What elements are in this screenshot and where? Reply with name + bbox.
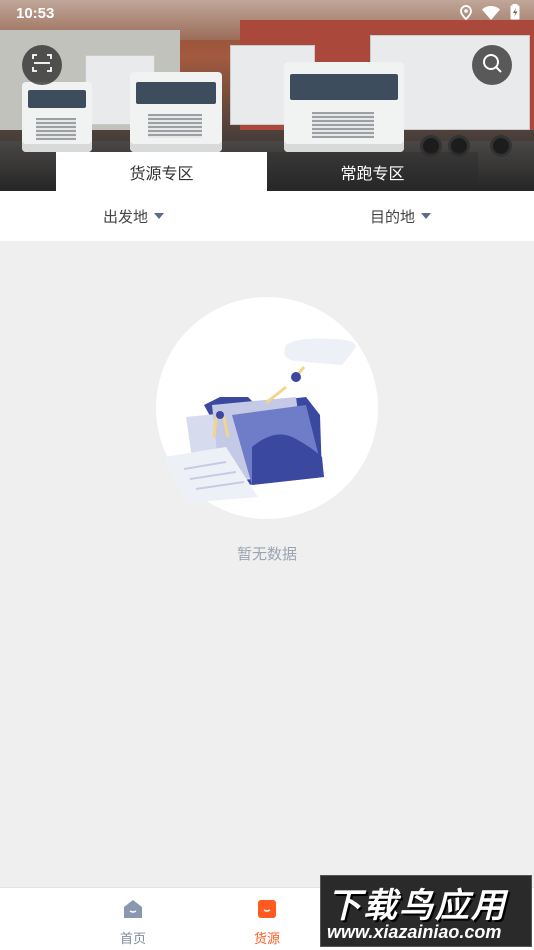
scan-icon: [31, 52, 53, 78]
nav-label-home: 首页: [119, 932, 146, 947]
status-icons: [460, 4, 520, 24]
empty-folder-icon: [164, 338, 356, 503]
filter-bar: 出发地 目的地: [0, 191, 534, 241]
location-icon: [460, 4, 472, 24]
origin-filter[interactable]: 出发地: [103, 191, 165, 241]
search-icon: [481, 52, 503, 78]
cargo-icon: [256, 898, 278, 924]
watermark-title: 下载鸟应用: [327, 886, 507, 926]
home-icon: [122, 898, 144, 924]
watermark-site: www.xiazainiao.com: [327, 922, 502, 942]
origin-filter-label: 出发地: [103, 207, 149, 226]
wifi-icon: [482, 5, 500, 24]
nav-label-cargo: 货源: [253, 932, 280, 947]
caret-down-icon: [421, 213, 432, 219]
battery-icon: [510, 4, 520, 24]
tab-cargo-zone[interactable]: 货源专区: [56, 152, 267, 191]
destination-filter-label: 目的地: [370, 207, 416, 226]
destination-filter[interactable]: 目的地: [370, 191, 432, 241]
caret-down-icon: [154, 213, 165, 219]
search-button[interactable]: [472, 45, 512, 85]
status-time: 10:53: [16, 5, 55, 22]
nav-item-cargo[interactable]: 货源: [227, 898, 307, 947]
tab-frequent-routes[interactable]: 常跑专区: [267, 152, 478, 191]
empty-state-illustration: [156, 297, 378, 519]
scan-button[interactable]: [22, 45, 62, 85]
watermark-logo: 下载鸟应用 www.xiazainiao.com: [320, 875, 532, 947]
nav-item-home[interactable]: 首页: [93, 898, 173, 947]
empty-state-text: 暂无数据: [236, 545, 297, 563]
